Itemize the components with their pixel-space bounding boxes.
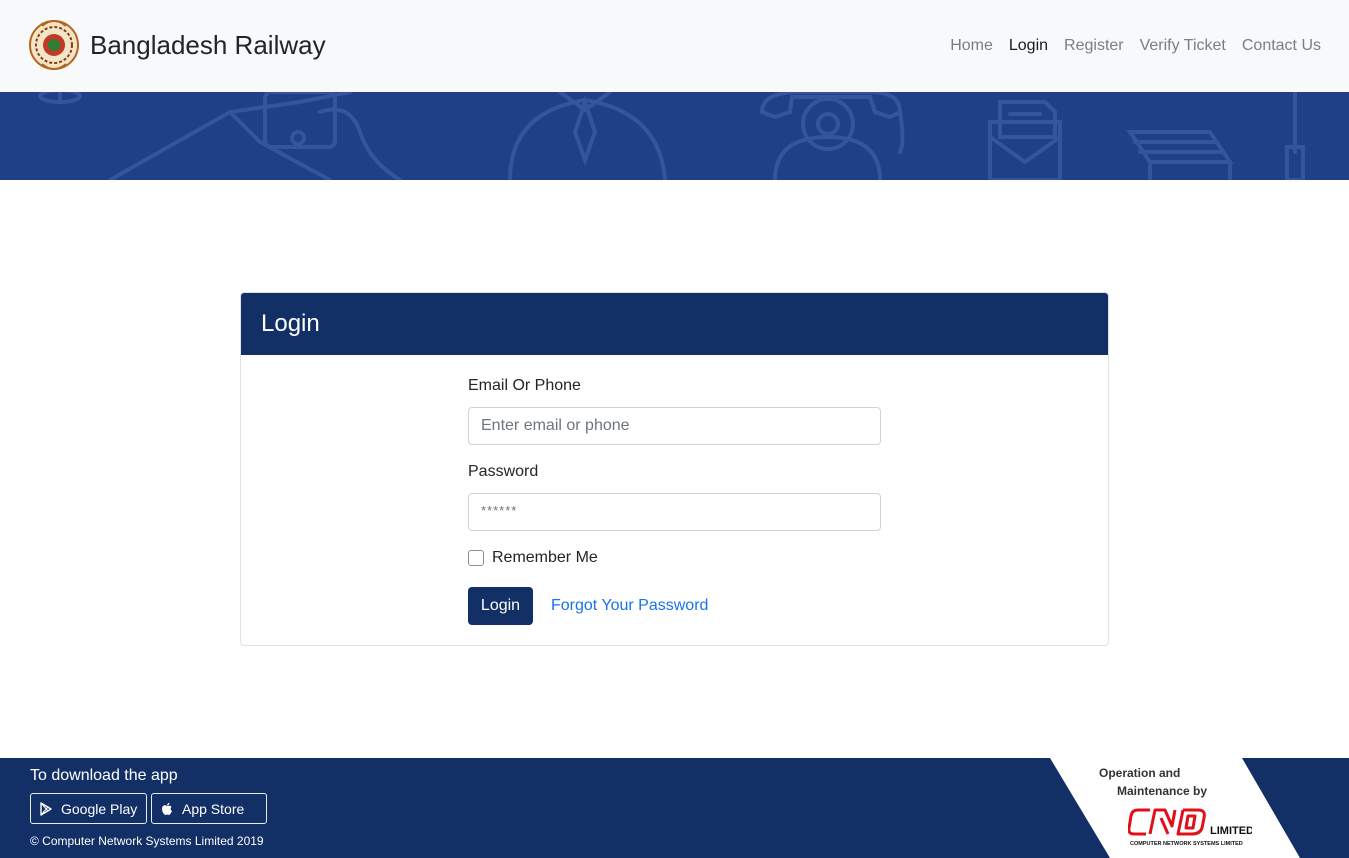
cns-logo-suffix: LIMITED <box>1210 825 1252 837</box>
railway-emblem-icon <box>29 20 79 70</box>
nav-register-link[interactable]: Register <box>1064 36 1124 56</box>
app-store-label: App Store <box>182 800 245 817</box>
google-play-label: Google Play <box>61 800 138 817</box>
google-play-button[interactable]: Google Play <box>30 793 147 824</box>
download-app-title: To download the app <box>30 767 178 784</box>
operation-text-line2: Maintenance by <box>1117 784 1208 798</box>
apple-icon <box>162 802 172 815</box>
cns-logo-subtext: COMPUTER NETWORK SYSTEMS LIMITED <box>1130 841 1243 847</box>
remember-me-row[interactable]: Remember Me <box>468 549 598 567</box>
login-card: Login Email Or Phone Password ****** Rem… <box>240 292 1109 646</box>
email-input[interactable] <box>468 407 881 445</box>
password-label: Password <box>468 463 539 480</box>
nav-contact-link[interactable]: Contact Us <box>1242 36 1321 56</box>
email-label: Email Or Phone <box>468 377 581 394</box>
cns-limited-logo: LIMITED COMPUTER NETWORK SYSTEMS LIMITED <box>1128 808 1252 847</box>
nav-home-link[interactable]: Home <box>950 36 993 56</box>
hero-banner <box>0 92 1349 180</box>
banner-illustration <box>38 92 1305 180</box>
footer: To download the app Google Play App Stor… <box>0 758 1349 858</box>
nav-verify-ticket-link[interactable]: Verify Ticket <box>1140 36 1226 56</box>
remember-me-label[interactable]: Remember Me <box>492 549 598 567</box>
navbar: Bangladesh Railway Home Login Register V… <box>0 0 1349 92</box>
password-input[interactable] <box>468 493 881 531</box>
brand-title: Bangladesh Railway <box>90 30 326 60</box>
play-store-icon <box>40 801 52 816</box>
login-card-header: Login <box>241 293 1108 355</box>
app-store-button[interactable]: App Store <box>151 793 267 824</box>
remember-me-checkbox[interactable] <box>468 550 484 566</box>
nav-login-link[interactable]: Login <box>1009 36 1048 56</box>
operation-text-line1: Operation and <box>1099 766 1181 780</box>
copyright-text: © Computer Network Systems Limited 2019 <box>30 834 264 848</box>
login-button[interactable]: Login <box>468 587 533 625</box>
forgot-password-link[interactable]: Forgot Your Password <box>551 597 708 615</box>
nav-menu: Home Login Register Verify Ticket Contac… <box>934 36 1321 56</box>
login-card-title: Login <box>261 310 320 337</box>
brand[interactable]: Bangladesh Railway <box>28 14 326 76</box>
